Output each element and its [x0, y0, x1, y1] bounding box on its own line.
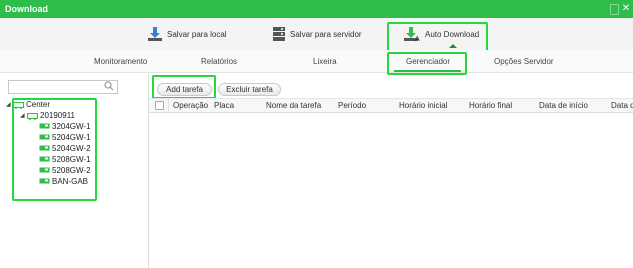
column-header[interactable]: Período — [338, 101, 366, 110]
select-all-checkbox[interactable] — [155, 101, 164, 110]
tab-relatorios[interactable]: Relatórios — [201, 57, 237, 66]
column-header[interactable]: Nome da tarefa — [266, 101, 321, 110]
gerenciador-highlight — [387, 52, 467, 75]
column-header[interactable]: Operação — [173, 101, 208, 110]
section-tabs: Monitoramento Relatórios Lixeira Gerenci… — [0, 50, 633, 73]
restore-icon[interactable] — [610, 4, 619, 15]
download-window: Download ✕ Salvar para local Salvar para… — [0, 0, 633, 268]
column-header[interactable]: Horário inicial — [399, 101, 447, 110]
delete-task-button[interactable]: Excluir tarefa — [218, 83, 281, 96]
tab-monitoramento[interactable]: Monitoramento — [94, 57, 147, 66]
column-header[interactable]: Data de início — [539, 101, 588, 110]
active-indicator-icon — [449, 44, 457, 48]
server-icon — [273, 27, 285, 41]
column-header[interactable]: Horário final — [469, 101, 512, 110]
title-bar: Download ✕ — [0, 0, 633, 18]
column-header[interactable]: Data d — [611, 101, 633, 110]
top-toolbar: Salvar para local Salvar para servidor A… — [0, 18, 633, 50]
save-server-label: Salvar para servidor — [290, 29, 362, 39]
close-icon[interactable]: ✕ — [620, 3, 632, 15]
tab-lixeira[interactable]: Lixeira — [313, 57, 337, 66]
save-local-label: Salvar para local — [167, 29, 227, 39]
tab-opcoes-servidor[interactable]: Opções Servidor — [494, 57, 554, 66]
download-icon — [148, 27, 162, 41]
column-header[interactable]: Placa — [214, 101, 234, 110]
save-server-button[interactable]: Salvar para servidor — [272, 22, 362, 46]
search-icon — [104, 81, 114, 91]
save-local-button[interactable]: Salvar para local — [147, 22, 227, 46]
tree-highlight — [12, 98, 97, 201]
window-title: Download — [5, 4, 48, 14]
add-task-highlight — [152, 75, 216, 99]
column-separator — [168, 99, 169, 113]
search-input[interactable] — [8, 80, 118, 94]
